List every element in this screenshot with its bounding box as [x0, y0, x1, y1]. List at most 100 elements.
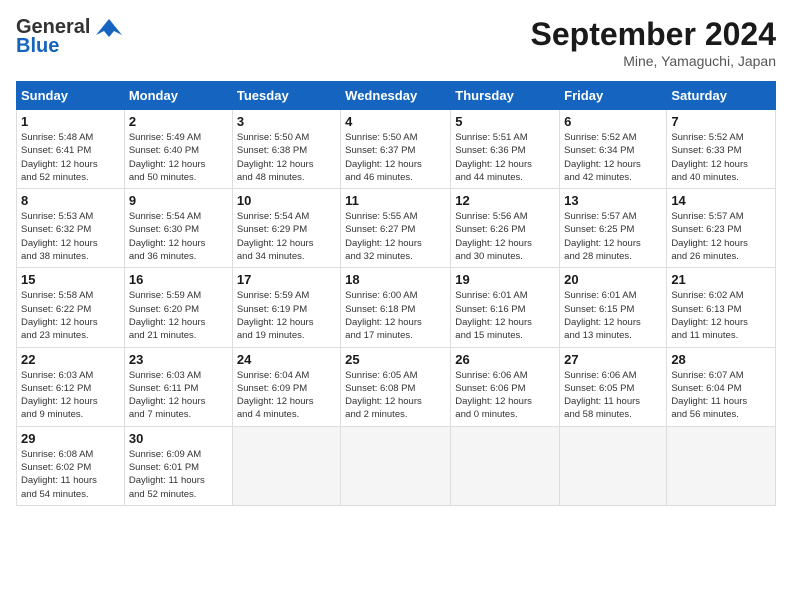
day-number: 11	[345, 193, 446, 208]
calendar-cell: 15 Sunrise: 5:58 AMSunset: 6:22 PMDaylig…	[17, 268, 125, 347]
day-number: 7	[671, 114, 771, 129]
day-number: 23	[129, 352, 228, 367]
calendar-cell: 23 Sunrise: 6:03 AMSunset: 6:11 PMDaylig…	[124, 347, 232, 426]
day-number: 5	[455, 114, 555, 129]
calendar-cell: 29 Sunrise: 6:08 AMSunset: 6:02 PMDaylig…	[17, 426, 125, 505]
day-number: 4	[345, 114, 446, 129]
day-info: Sunrise: 5:50 AMSunset: 6:37 PMDaylight:…	[345, 131, 446, 184]
day-number: 15	[21, 272, 120, 287]
day-info: Sunrise: 6:07 AMSunset: 6:04 PMDaylight:…	[671, 369, 771, 422]
calendar-cell	[667, 426, 776, 505]
day-info: Sunrise: 6:06 AMSunset: 6:06 PMDaylight:…	[455, 369, 555, 422]
day-info: Sunrise: 5:52 AMSunset: 6:34 PMDaylight:…	[564, 131, 662, 184]
day-info: Sunrise: 5:49 AMSunset: 6:40 PMDaylight:…	[129, 131, 228, 184]
day-info: Sunrise: 5:54 AMSunset: 6:30 PMDaylight:…	[129, 210, 228, 263]
calendar-cell: 20 Sunrise: 6:01 AMSunset: 6:15 PMDaylig…	[560, 268, 667, 347]
page-header: General Blue September 2024 Mine, Yamagu…	[16, 16, 776, 69]
calendar-cell: 25 Sunrise: 6:05 AMSunset: 6:08 PMDaylig…	[341, 347, 451, 426]
day-number: 14	[671, 193, 771, 208]
day-number: 12	[455, 193, 555, 208]
day-number: 17	[237, 272, 336, 287]
day-info: Sunrise: 6:03 AMSunset: 6:12 PMDaylight:…	[21, 369, 120, 422]
day-info: Sunrise: 5:50 AMSunset: 6:38 PMDaylight:…	[237, 131, 336, 184]
calendar-week-row: 22 Sunrise: 6:03 AMSunset: 6:12 PMDaylig…	[17, 347, 776, 426]
calendar-cell: 2 Sunrise: 5:49 AMSunset: 6:40 PMDayligh…	[124, 110, 232, 189]
day-number: 18	[345, 272, 446, 287]
day-info: Sunrise: 6:09 AMSunset: 6:01 PMDaylight:…	[129, 448, 228, 501]
day-number: 3	[237, 114, 336, 129]
calendar-cell	[232, 426, 340, 505]
calendar-cell: 24 Sunrise: 6:04 AMSunset: 6:09 PMDaylig…	[232, 347, 340, 426]
calendar-week-row: 1 Sunrise: 5:48 AMSunset: 6:41 PMDayligh…	[17, 110, 776, 189]
day-number: 10	[237, 193, 336, 208]
day-info: Sunrise: 5:57 AMSunset: 6:23 PMDaylight:…	[671, 210, 771, 263]
header-saturday: Saturday	[667, 82, 776, 110]
calendar-table: SundayMondayTuesdayWednesdayThursdayFrid…	[16, 81, 776, 506]
day-info: Sunrise: 5:56 AMSunset: 6:26 PMDaylight:…	[455, 210, 555, 263]
calendar-cell: 13 Sunrise: 5:57 AMSunset: 6:25 PMDaylig…	[560, 189, 667, 268]
day-number: 8	[21, 193, 120, 208]
day-number: 29	[21, 431, 120, 446]
calendar-cell: 21 Sunrise: 6:02 AMSunset: 6:13 PMDaylig…	[667, 268, 776, 347]
day-number: 30	[129, 431, 228, 446]
calendar-cell: 27 Sunrise: 6:06 AMSunset: 6:05 PMDaylig…	[560, 347, 667, 426]
calendar-cell: 10 Sunrise: 5:54 AMSunset: 6:29 PMDaylig…	[232, 189, 340, 268]
day-info: Sunrise: 6:01 AMSunset: 6:16 PMDaylight:…	[455, 289, 555, 342]
calendar-cell: 17 Sunrise: 5:59 AMSunset: 6:19 PMDaylig…	[232, 268, 340, 347]
day-number: 19	[455, 272, 555, 287]
calendar-cell: 16 Sunrise: 5:59 AMSunset: 6:20 PMDaylig…	[124, 268, 232, 347]
day-number: 13	[564, 193, 662, 208]
title-block: September 2024 Mine, Yamaguchi, Japan	[531, 16, 776, 69]
calendar-cell: 30 Sunrise: 6:09 AMSunset: 6:01 PMDaylig…	[124, 426, 232, 505]
header-tuesday: Tuesday	[232, 82, 340, 110]
day-info: Sunrise: 6:04 AMSunset: 6:09 PMDaylight:…	[237, 369, 336, 422]
day-number: 16	[129, 272, 228, 287]
calendar-week-row: 29 Sunrise: 6:08 AMSunset: 6:02 PMDaylig…	[17, 426, 776, 505]
calendar-cell: 11 Sunrise: 5:55 AMSunset: 6:27 PMDaylig…	[341, 189, 451, 268]
calendar-cell	[341, 426, 451, 505]
day-info: Sunrise: 6:06 AMSunset: 6:05 PMDaylight:…	[564, 369, 662, 422]
calendar-cell: 22 Sunrise: 6:03 AMSunset: 6:12 PMDaylig…	[17, 347, 125, 426]
day-info: Sunrise: 6:02 AMSunset: 6:13 PMDaylight:…	[671, 289, 771, 342]
day-number: 20	[564, 272, 662, 287]
calendar-header-row: SundayMondayTuesdayWednesdayThursdayFrid…	[17, 82, 776, 110]
day-info: Sunrise: 5:59 AMSunset: 6:20 PMDaylight:…	[129, 289, 228, 342]
day-info: Sunrise: 6:05 AMSunset: 6:08 PMDaylight:…	[345, 369, 446, 422]
header-thursday: Thursday	[451, 82, 560, 110]
day-number: 21	[671, 272, 771, 287]
calendar-cell: 9 Sunrise: 5:54 AMSunset: 6:30 PMDayligh…	[124, 189, 232, 268]
calendar-cell: 18 Sunrise: 6:00 AMSunset: 6:18 PMDaylig…	[341, 268, 451, 347]
calendar-cell: 3 Sunrise: 5:50 AMSunset: 6:38 PMDayligh…	[232, 110, 340, 189]
calendar-cell: 19 Sunrise: 6:01 AMSunset: 6:16 PMDaylig…	[451, 268, 560, 347]
calendar-cell: 14 Sunrise: 5:57 AMSunset: 6:23 PMDaylig…	[667, 189, 776, 268]
calendar-cell	[560, 426, 667, 505]
day-info: Sunrise: 5:51 AMSunset: 6:36 PMDaylight:…	[455, 131, 555, 184]
header-monday: Monday	[124, 82, 232, 110]
month-title: September 2024	[531, 16, 776, 53]
calendar-cell: 7 Sunrise: 5:52 AMSunset: 6:33 PMDayligh…	[667, 110, 776, 189]
day-number: 28	[671, 352, 771, 367]
day-info: Sunrise: 5:52 AMSunset: 6:33 PMDaylight:…	[671, 131, 771, 184]
day-number: 6	[564, 114, 662, 129]
day-info: Sunrise: 6:01 AMSunset: 6:15 PMDaylight:…	[564, 289, 662, 342]
calendar-cell: 12 Sunrise: 5:56 AMSunset: 6:26 PMDaylig…	[451, 189, 560, 268]
day-number: 2	[129, 114, 228, 129]
calendar-cell: 26 Sunrise: 6:06 AMSunset: 6:06 PMDaylig…	[451, 347, 560, 426]
day-number: 25	[345, 352, 446, 367]
header-sunday: Sunday	[17, 82, 125, 110]
location-subtitle: Mine, Yamaguchi, Japan	[531, 53, 776, 69]
calendar-week-row: 8 Sunrise: 5:53 AMSunset: 6:32 PMDayligh…	[17, 189, 776, 268]
calendar-cell: 8 Sunrise: 5:53 AMSunset: 6:32 PMDayligh…	[17, 189, 125, 268]
calendar-cell: 28 Sunrise: 6:07 AMSunset: 6:04 PMDaylig…	[667, 347, 776, 426]
day-info: Sunrise: 5:55 AMSunset: 6:27 PMDaylight:…	[345, 210, 446, 263]
day-info: Sunrise: 5:59 AMSunset: 6:19 PMDaylight:…	[237, 289, 336, 342]
day-info: Sunrise: 5:57 AMSunset: 6:25 PMDaylight:…	[564, 210, 662, 263]
day-number: 9	[129, 193, 228, 208]
day-info: Sunrise: 5:48 AMSunset: 6:41 PMDaylight:…	[21, 131, 120, 184]
calendar-cell: 5 Sunrise: 5:51 AMSunset: 6:36 PMDayligh…	[451, 110, 560, 189]
calendar-cell	[451, 426, 560, 505]
day-number: 24	[237, 352, 336, 367]
day-info: Sunrise: 6:03 AMSunset: 6:11 PMDaylight:…	[129, 369, 228, 422]
header-friday: Friday	[560, 82, 667, 110]
header-wednesday: Wednesday	[341, 82, 451, 110]
